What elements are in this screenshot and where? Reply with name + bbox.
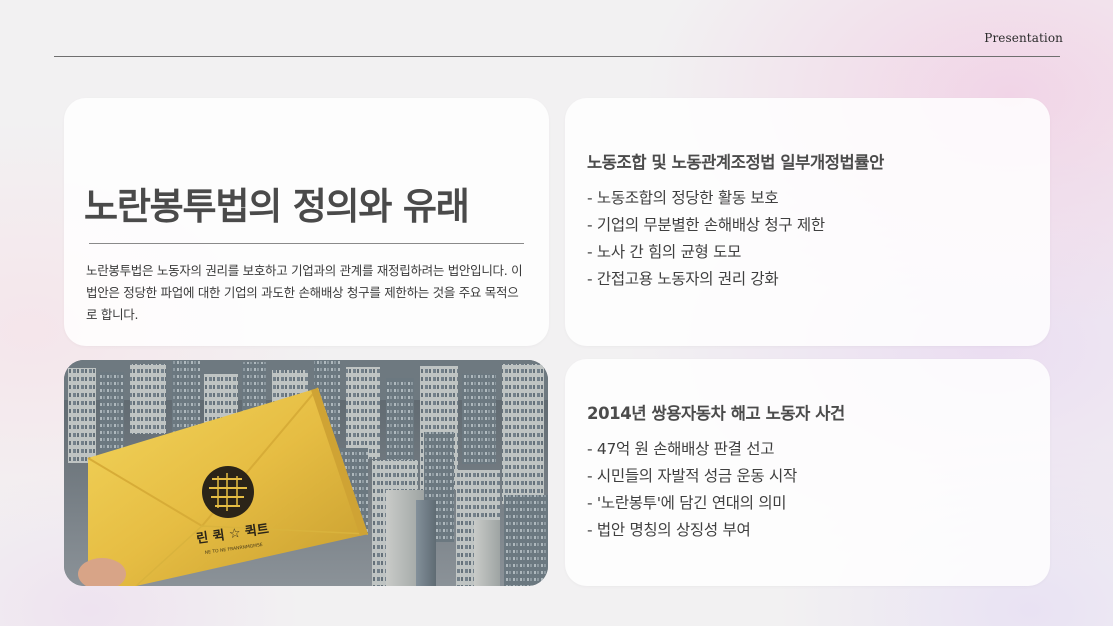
header-divider — [54, 56, 1060, 57]
intro-description: 노란봉투법은 노동자의 권리를 보호하고 기업과의 관계를 재정립하려는 법안입… — [86, 263, 523, 322]
law-overview-card: 노동조합 및 노동관계조정법 일부개정법률안 - 노동조합의 정당한 활동 보호… — [565, 98, 1050, 346]
law-point-list: - 노동조합의 정당한 활동 보호 - 기업의 무분별한 손해배상 청구 제한 … — [587, 185, 825, 293]
list-item: - 시민들의 자발적 성금 운동 시작 — [587, 467, 797, 485]
case-point-list: - 47억 원 손해배상 판결 선고 - 시민들의 자발적 성금 운동 시작 -… — [587, 436, 797, 544]
presentation-label: Presentation — [984, 31, 1063, 45]
list-item: - 노사 간 힘의 균형 도모 — [587, 243, 742, 261]
law-card-heading: 노동조합 및 노동관계조정법 일부개정법률안 — [587, 153, 884, 172]
list-item: - 법안 명칭의 상징성 부여 — [587, 521, 751, 539]
case-card-heading: 2014년 쌍용자동차 해고 노동자 사건 — [587, 404, 845, 423]
list-item: - '노란봉투'에 담긴 연대의 의미 — [587, 494, 787, 512]
envelope-city-photo: 린 퀵 ☆ 퀵트 NE TO NE FRANRNMGMSE — [64, 360, 548, 586]
page-title: 노란봉투법의 정의와 유래 — [84, 185, 470, 228]
title-divider — [89, 243, 524, 244]
intro-card: 노란봉투법의 정의와 유래 노란봉투법은 노동자의 권리를 보호하고 기업과의 … — [64, 98, 549, 346]
case-overview-card: 2014년 쌍용자동차 해고 노동자 사건 - 47억 원 손해배상 판결 선고… — [565, 359, 1050, 586]
list-item: - 기업의 무분별한 손해배상 청구 제한 — [587, 216, 825, 234]
list-item: - 노동조합의 정당한 활동 보호 — [587, 189, 779, 207]
list-item: - 47억 원 손해배상 판결 선고 — [587, 440, 775, 458]
list-item: - 간접고용 노동자의 권리 강화 — [587, 270, 779, 288]
